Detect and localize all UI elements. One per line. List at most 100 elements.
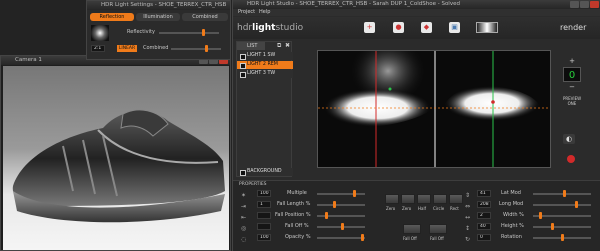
tab-reflection[interactable]: Reflection: [90, 13, 134, 21]
logo-prefix: hdr: [237, 23, 253, 33]
light-item-label: LIGHT 3 TW: [247, 71, 276, 76]
header-bar: hdrlightstudio + ● ◆ ▣ render: [233, 17, 600, 39]
add-area-icon[interactable]: ◆: [421, 22, 432, 33]
minimize-icon[interactable]: [570, 1, 579, 8]
menu-help[interactable]: Help: [259, 9, 270, 16]
tab-illumination-label: Illumination: [143, 14, 173, 20]
record-icon[interactable]: [567, 155, 575, 163]
prop-track[interactable]: [317, 204, 365, 206]
prop-slider[interactable]: [361, 234, 364, 241]
tab-list[interactable]: LIST: [237, 42, 265, 50]
reflectivity-label: Reflectivity: [127, 29, 155, 35]
copy-icon[interactable]: ⧉: [277, 42, 281, 50]
prop-slider[interactable]: [353, 190, 356, 197]
prop-field[interactable]: 41: [477, 190, 491, 197]
prop-slider[interactable]: [563, 190, 566, 197]
hdr-canvas[interactable]: [317, 50, 551, 168]
prop-value: 1: [260, 202, 263, 207]
selection-handle[interactable]: [491, 100, 495, 104]
falloff-label: Fall Off: [403, 236, 417, 241]
shape-label: Half: [418, 206, 426, 211]
linear-button[interactable]: LINEAR: [117, 45, 137, 52]
falloff-a-button[interactable]: [403, 224, 421, 234]
shape-rect-button[interactable]: [449, 194, 463, 204]
image-icon[interactable]: ▣: [449, 22, 460, 33]
prop-field[interactable]: [257, 212, 271, 219]
prop-slider[interactable]: [539, 212, 542, 219]
prop-field[interactable]: 100: [257, 234, 271, 241]
prop-slider[interactable]: [333, 201, 336, 208]
maximize-icon[interactable]: [580, 1, 589, 8]
settings-titlebar: HDR Light Settings - SHOE_TERREX_CTR_HSB: [87, 1, 230, 10]
delete-icon[interactable]: ✖: [285, 42, 290, 50]
counter-display: 0: [563, 67, 581, 82]
prop-field[interactable]: 2: [477, 212, 491, 219]
combined-track[interactable]: [171, 48, 221, 50]
prop-field[interactable]: 208: [477, 201, 491, 208]
render-viewport[interactable]: [3, 66, 229, 250]
add-light-icon[interactable]: +: [364, 22, 375, 33]
shape-circle-button[interactable]: [433, 194, 447, 204]
prop-field[interactable]: 0: [477, 234, 491, 241]
falloff-b-button[interactable]: [429, 224, 447, 234]
gradient-icon[interactable]: [476, 22, 498, 33]
prop-slider[interactable]: [551, 223, 554, 230]
combined-slider[interactable]: [205, 45, 208, 52]
left-prop-icons: ✶ ⇥ ⇤ ◎ ◌: [241, 192, 247, 243]
falloff-label: Fall Off: [430, 236, 444, 241]
menu-project[interactable]: Project: [238, 9, 255, 16]
settings-preview-thumb[interactable]: [91, 25, 109, 41]
reflectivity-track[interactable]: [159, 32, 219, 34]
camera-icon[interactable]: ◐: [563, 134, 575, 144]
tab-reflection-label: Reflection: [99, 14, 125, 20]
prop-slider[interactable]: [575, 201, 578, 208]
light-item-2[interactable]: LIGHT 2 REM: [237, 61, 293, 69]
background-item[interactable]: BACKGROUND: [237, 168, 293, 176]
prop-track[interactable]: [317, 237, 365, 239]
visibility-toggle-icon[interactable]: [240, 54, 246, 60]
close-icon[interactable]: [590, 1, 599, 8]
prop-label: Opacity %: [285, 234, 311, 240]
prop-field[interactable]: 40: [477, 223, 491, 230]
prop-slider[interactable]: [561, 234, 564, 241]
visibility-toggle-icon[interactable]: [240, 72, 246, 78]
prop-field[interactable]: 1: [257, 201, 271, 208]
counter-up-button[interactable]: +: [567, 58, 577, 65]
prop-value: 100: [260, 235, 269, 240]
tab-combined-label: Combined: [192, 14, 218, 20]
render-label[interactable]: render: [560, 22, 586, 34]
target-handle[interactable]: [388, 87, 392, 91]
preview-one-label: PREVIEW ONE: [562, 96, 582, 106]
prop-label: Fall Position %: [275, 212, 311, 218]
light-item-label: LIGHT 2 REM: [247, 62, 278, 67]
prop-field[interactable]: 100: [257, 190, 271, 197]
prop-track[interactable]: [533, 226, 591, 228]
add-spot-icon[interactable]: ●: [393, 22, 404, 33]
settings-title: HDR Light Settings - SHOE_TERREX_CTR_HSB: [101, 2, 227, 8]
visibility-toggle-icon[interactable]: [240, 170, 246, 176]
tab-combined[interactable]: Combined: [182, 13, 228, 21]
counter-value: 0: [568, 70, 576, 81]
prop-track[interactable]: [317, 193, 365, 195]
light-item-3[interactable]: LIGHT 3 TW: [237, 70, 293, 78]
reflectivity-slider[interactable]: [202, 29, 205, 36]
prop-field[interactable]: [257, 223, 271, 230]
counter-down-button[interactable]: −: [567, 84, 577, 91]
shape-half-button[interactable]: [417, 194, 431, 204]
prop-value: 2: [480, 213, 483, 218]
visibility-toggle-icon[interactable]: [240, 63, 246, 69]
mode-value: 2:1: [94, 46, 102, 51]
combined-label: Combined: [143, 45, 169, 51]
prop-label: Rotation: [501, 234, 522, 240]
shape-zero2-button[interactable]: [401, 194, 415, 204]
prop-slider[interactable]: [341, 223, 344, 230]
background-label: BACKGROUND: [247, 169, 282, 174]
prop-track[interactable]: [533, 204, 591, 206]
prop-slider[interactable]: [325, 212, 328, 219]
mode-field[interactable]: 2:1: [91, 45, 105, 52]
studio-titlebar: HDR Light Studio - SHOE_TERREX_CTR_HSB -…: [233, 0, 600, 9]
shape-zero-button[interactable]: [385, 194, 399, 204]
tab-illumination[interactable]: Illumination: [136, 13, 180, 21]
prop-track[interactable]: [533, 193, 591, 195]
light-item-1[interactable]: LIGHT 1 SW: [237, 52, 293, 60]
